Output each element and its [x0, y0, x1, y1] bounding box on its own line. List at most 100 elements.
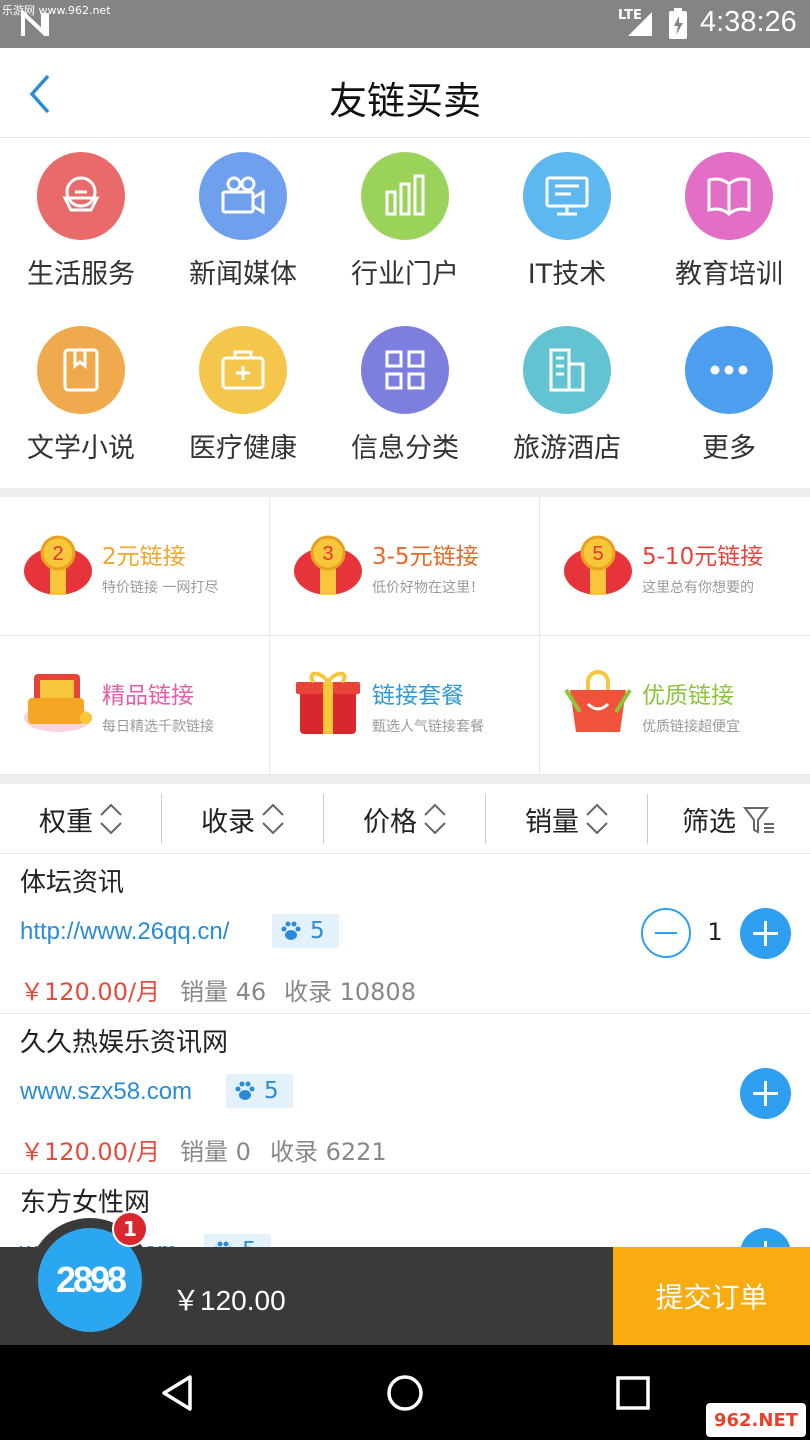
promo-title: 链接套餐: [372, 683, 464, 709]
sort-label: 销量: [525, 806, 579, 838]
weight-value: 5: [310, 918, 325, 944]
gift-icon: [296, 671, 360, 734]
category-classified[interactable]: 信息分类: [324, 312, 486, 482]
decrease-button[interactable]: [641, 908, 691, 958]
app-header: 友链买卖: [0, 48, 810, 138]
quantity-value: 1: [707, 918, 723, 946]
site-name: 体坛资讯: [20, 868, 125, 898]
promo-package[interactable]: 链接套餐 甄选人气链接套餐: [270, 636, 540, 775]
gift-box-5-icon: 5: [564, 535, 632, 595]
svg-text:3: 3: [322, 543, 333, 565]
watermark-logo: 962.NET: [706, 1403, 806, 1437]
category-label: 旅游酒店: [513, 433, 621, 464]
sort-arrows-icon: [586, 803, 608, 835]
sort-price[interactable]: 价格: [324, 784, 486, 854]
add-button[interactable]: [740, 1068, 791, 1119]
building-icon: [523, 326, 611, 414]
site-name: 久久热娱乐资讯网: [20, 1028, 229, 1058]
paw-icon: [281, 921, 301, 940]
section-divider: [0, 775, 810, 784]
paw-icon: [235, 1081, 255, 1100]
sort-indexed[interactable]: 收录: [162, 784, 324, 854]
svg-text:2: 2: [52, 543, 63, 565]
sort-weight[interactable]: 权重: [0, 784, 162, 854]
system-nav-bar: 962.NET: [0, 1345, 810, 1440]
filter-icon: [743, 807, 774, 834]
indexed-count: 收录 6221: [270, 1138, 387, 1166]
promo-title: 2元链接: [102, 544, 186, 570]
nav-home-icon[interactable]: [383, 1371, 427, 1415]
medical-kit-icon: [199, 326, 287, 414]
sort-label: 筛选: [682, 806, 736, 838]
watermark-text: 乐游网 www.962.net: [2, 4, 111, 17]
cart-total: ￥120.00: [172, 1285, 286, 1316]
battery-icon: [669, 8, 687, 39]
promo-subtitle: 特价链接 一网打尽: [102, 580, 219, 596]
sort-label: 价格: [363, 806, 417, 838]
book-icon: [685, 152, 773, 240]
monitor-icon: [523, 152, 611, 240]
category-label: 新闻媒体: [189, 259, 297, 290]
category-news-media[interactable]: 新闻媒体: [162, 138, 324, 308]
svg-text:5: 5: [592, 543, 603, 565]
sort-arrows-icon: [100, 803, 122, 835]
section-divider: [0, 488, 810, 497]
more-dots-icon: [685, 326, 773, 414]
promo-title: 5-10元链接: [642, 544, 764, 570]
submit-order-button[interactable]: 提交订单: [613, 1247, 810, 1345]
promo-grid: 2 2元链接 特价链接 一网打尽 3 3-5元链接 低价好物在这里！ 5 5-1…: [0, 497, 810, 775]
category-education[interactable]: 教育培训: [648, 138, 810, 308]
category-label: 更多: [702, 433, 756, 464]
price: ￥120.00/月: [20, 1138, 161, 1166]
sort-sales[interactable]: 销量: [486, 784, 648, 854]
promo-premium[interactable]: 精品链接 每日精选千款链接: [0, 636, 270, 775]
category-label: 教育培训: [675, 259, 783, 290]
weight-badge: 5: [226, 1074, 293, 1108]
category-label: 医疗健康: [189, 433, 297, 464]
gift-box-3-icon: 3: [294, 535, 362, 595]
category-label: IT技术: [527, 259, 607, 290]
signal-icon: [628, 12, 652, 36]
promo-subtitle: 甄选人气链接套餐: [372, 719, 484, 735]
promo-quality[interactable]: 优质链接 优质链接超便宜: [540, 636, 810, 775]
sort-arrows-icon: [262, 803, 284, 835]
sales-count: 销量 46: [180, 978, 267, 1006]
category-it-tech[interactable]: IT技术: [486, 138, 648, 308]
category-life-service[interactable]: 生活服务: [0, 138, 162, 308]
category-label: 文学小说: [27, 433, 135, 464]
site-url[interactable]: www.szx58.com: [20, 1078, 192, 1106]
list-item[interactable]: 久久热娱乐资讯网 www.szx58.com 5 ￥120.00/月 销量 0 …: [0, 1014, 810, 1174]
category-industry-portal[interactable]: 行业门户: [324, 138, 486, 308]
sort-arrows-icon: [424, 803, 446, 835]
promo-2-yuan[interactable]: 2 2元链接 特价链接 一网打尽: [0, 497, 270, 636]
category-label: 行业门户: [351, 259, 459, 290]
promo-subtitle: 低价好物在这里！: [372, 580, 484, 596]
category-literature[interactable]: 文学小说: [0, 312, 162, 482]
weight-badge: 5: [272, 914, 339, 948]
price: ￥120.00/月: [20, 978, 161, 1006]
site-url[interactable]: http://www.26qq.cn/: [20, 918, 229, 946]
category-medical[interactable]: 医疗健康: [162, 312, 324, 482]
category-travel-hotel[interactable]: 旅游酒店: [486, 312, 648, 482]
bookmark-book-icon: [37, 326, 125, 414]
page-title: 友链买卖: [328, 79, 481, 123]
category-more[interactable]: 更多: [648, 312, 810, 482]
promo-3-5-yuan[interactable]: 3 3-5元链接 低价好物在这里！: [270, 497, 540, 636]
sort-label: 权重: [39, 806, 93, 838]
promo-5-10-yuan[interactable]: 5 5-10元链接 这里总有你想要的: [540, 497, 810, 636]
cart-count-badge: 1: [112, 1211, 148, 1247]
helmet-icon: [37, 152, 125, 240]
grid-flower-icon: [361, 326, 449, 414]
weight-value: 5: [264, 1078, 279, 1104]
nav-recents-icon[interactable]: [611, 1371, 655, 1415]
wallet-icon: [24, 674, 92, 732]
category-label: 信息分类: [351, 433, 459, 464]
filter-button[interactable]: 筛选: [648, 784, 810, 854]
add-button[interactable]: [740, 908, 791, 959]
list-item[interactable]: 体坛资讯 http://www.26qq.cn/ 5 1 ￥120.00/月 销…: [0, 854, 810, 1014]
bar-chart-icon: [361, 152, 449, 240]
clock: 4:38:26: [700, 6, 797, 38]
video-camera-icon: [199, 152, 287, 240]
category-label: 生活服务: [27, 259, 135, 290]
nav-back-icon[interactable]: [156, 1371, 200, 1415]
